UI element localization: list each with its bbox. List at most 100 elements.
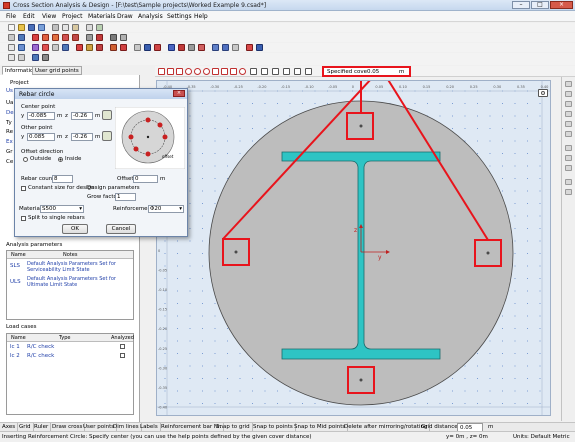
tool-icon-4[interactable]: [565, 111, 572, 117]
maximize-button[interactable]: □: [531, 1, 549, 9]
load-row-2-type[interactable]: R/C check: [27, 353, 54, 359]
rebar-polygon-icon[interactable]: [176, 68, 183, 75]
ok-button[interactable]: OK: [62, 224, 88, 234]
menu-file[interactable]: File: [6, 13, 16, 20]
tool-icon-9[interactable]: [565, 165, 572, 171]
save-as-icon[interactable]: [38, 24, 45, 31]
center-z-input[interactable]: -0.26: [71, 112, 93, 120]
rebar-single-icon[interactable]: [221, 68, 228, 75]
select-icon[interactable]: [8, 44, 15, 51]
pick-other-button[interactable]: [102, 131, 112, 141]
delete-icon[interactable]: [76, 44, 83, 51]
section-icon[interactable]: [110, 34, 117, 41]
analysis-row-uls-name[interactable]: ULS: [10, 279, 21, 285]
rebar-count-input[interactable]: 8: [52, 175, 73, 183]
table-icon[interactable]: [18, 34, 25, 41]
lock-icon[interactable]: [86, 44, 93, 51]
pick-center-button[interactable]: [102, 110, 112, 120]
rotate-icon[interactable]: [32, 44, 39, 51]
load-row-2-name[interactable]: lc 2: [10, 353, 20, 359]
analysis-row-sls-notes[interactable]: Default Analysis Parameters Set for Serv…: [27, 261, 133, 273]
tool-icon-6[interactable]: [565, 131, 572, 137]
tool-icon-7[interactable]: [565, 145, 572, 151]
interaction-icon[interactable]: [168, 44, 175, 51]
dimension-icon[interactable]: [261, 68, 268, 75]
rebar-point-top[interactable]: [359, 124, 363, 128]
drawing-canvas[interactable]: -0.40 -0.35 -0.30 -0.25 -0.20 -0.15 -0.10 -0.05…: [156, 80, 551, 416]
rebar-point-right[interactable]: [486, 251, 490, 255]
menu-view[interactable]: View: [42, 13, 56, 20]
rebar-rect-icon[interactable]: [167, 68, 174, 75]
load-row-1-analyzed-checkbox[interactable]: [120, 344, 125, 349]
copy-entity-icon[interactable]: [52, 44, 59, 51]
mirror-icon[interactable]: [42, 44, 49, 51]
menu-settings[interactable]: Settings: [167, 13, 192, 20]
minimize-button[interactable]: –: [512, 1, 530, 9]
menu-analysis[interactable]: Analysis: [138, 13, 163, 20]
pan-icon[interactable]: [232, 44, 239, 51]
menu-materials[interactable]: Materials: [88, 13, 116, 20]
copy-icon[interactable]: [62, 24, 69, 31]
rebar-ring-icon[interactable]: [239, 68, 246, 75]
open-folder-icon[interactable]: [18, 24, 25, 31]
split-rebars-checkbox[interactable]: [21, 216, 26, 221]
other-z-input[interactable]: -0.26: [71, 133, 93, 141]
arrow-tool-icon[interactable]: [272, 68, 279, 75]
snap-icon[interactable]: [18, 54, 25, 61]
reinforcement-select[interactable]: Φ20 ▾: [148, 205, 184, 213]
outside-radio[interactable]: [23, 157, 28, 162]
center-y-input[interactable]: -0.085: [27, 112, 55, 120]
calc-icon[interactable]: [134, 44, 141, 51]
tool-icon-3[interactable]: [565, 101, 572, 107]
load-row-1-type[interactable]: R/C check: [27, 344, 54, 350]
draw-line-icon[interactable]: [42, 34, 49, 41]
rebar-arc-icon[interactable]: [203, 68, 210, 75]
line-tool-icon[interactable]: [283, 68, 290, 75]
tool-icon-2[interactable]: [565, 91, 572, 97]
draw-arc-icon[interactable]: [52, 34, 59, 41]
tool-icon-11[interactable]: [565, 189, 572, 195]
tool-icon-5[interactable]: [565, 121, 572, 127]
rebar-point-left[interactable]: [234, 250, 238, 254]
menu-draw[interactable]: Draw: [117, 13, 133, 20]
report-icon[interactable]: [188, 44, 195, 51]
close-window-button[interactable]: ×: [550, 1, 573, 9]
layer-icon[interactable]: [32, 54, 39, 61]
inside-radio[interactable]: [58, 157, 63, 162]
properties-icon[interactable]: [42, 54, 49, 61]
zoom-fit-icon[interactable]: [212, 44, 219, 51]
export-icon[interactable]: [198, 44, 205, 51]
rebar-triangle-icon[interactable]: [230, 68, 237, 75]
diagram-icon[interactable]: [154, 44, 161, 51]
menu-project[interactable]: Project: [62, 13, 83, 20]
info-icon[interactable]: [256, 44, 263, 51]
tool-icon-1[interactable]: [565, 81, 572, 87]
rebar-icon[interactable]: [96, 34, 103, 41]
constant-size-checkbox[interactable]: [21, 186, 26, 191]
new-file-icon[interactable]: [8, 24, 15, 31]
paste-icon[interactable]: [72, 24, 79, 31]
tool-icon-8[interactable]: [565, 155, 572, 161]
steel-profile-icon[interactable]: [86, 34, 93, 41]
cancel-button[interactable]: Cancel: [106, 224, 136, 234]
results-icon[interactable]: [144, 44, 151, 51]
move-icon[interactable]: [18, 44, 25, 51]
dialog-close-icon[interactable]: ×: [173, 90, 185, 97]
strain-icon[interactable]: [120, 44, 127, 51]
refresh-icon[interactable]: [8, 54, 15, 61]
text-tool-icon[interactable]: [250, 68, 257, 75]
rebar-point-icon[interactable]: [194, 68, 201, 75]
analysis-row-sls-name[interactable]: SLS: [10, 263, 20, 269]
preview-icon[interactable]: [96, 24, 103, 31]
analysis-row-uls-notes[interactable]: Default Analysis Parameters Set for Ulti…: [27, 276, 133, 288]
load-row-2-analyzed-checkbox[interactable]: [120, 353, 125, 358]
rebar-line-icon[interactable]: [158, 68, 165, 75]
rebar-circle-icon[interactable]: [185, 68, 192, 75]
fit-view-icon[interactable]: [305, 68, 312, 75]
rebar-grid-icon[interactable]: [212, 68, 219, 75]
grow-factor-input[interactable]: 1: [115, 193, 136, 201]
menu-edit[interactable]: Edit: [23, 13, 35, 20]
save-icon[interactable]: [28, 24, 35, 31]
cut-icon[interactable]: [52, 24, 59, 31]
material-select[interactable]: S500 ▾: [40, 205, 84, 213]
